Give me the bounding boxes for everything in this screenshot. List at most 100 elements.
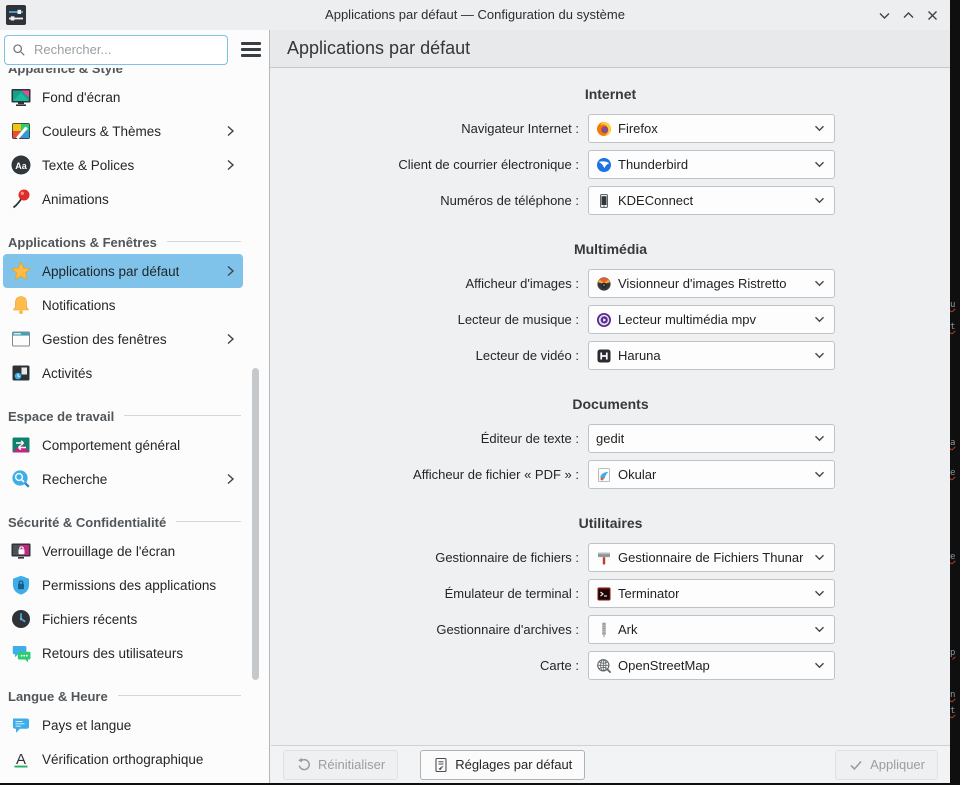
section-divider (118, 695, 241, 696)
sidebar-item-label: Fichiers récents (42, 612, 137, 627)
form-label-gestionnaire-de-fichiers: Gestionnaire de fichiers : (271, 550, 584, 565)
sidebar-item-label: Couleurs & Thèmes (42, 124, 161, 139)
reset-button: Réinitialiser (283, 750, 398, 780)
chevron-down-icon (810, 626, 825, 633)
sidebar-scrollbar-thumb[interactable] (252, 368, 259, 680)
chevron-down-icon (810, 125, 825, 132)
chevron-down-icon (810, 471, 825, 478)
sidebar-section-espace-de-travail: Espace de travail (0, 390, 269, 428)
terminator-icon (596, 586, 612, 602)
sidebar-item-recherche[interactable]: Recherche (3, 462, 243, 496)
form-row: Navigateur Internet :Firefox (271, 114, 950, 143)
sidebar-item-label: Animations (42, 192, 109, 207)
form-label-lecteur-de-video: Lecteur de vidéo : (271, 348, 584, 363)
group-title-internet: Internet (271, 84, 950, 104)
chevron-down-icon (810, 435, 825, 442)
sidebar-item-fond-d-ecran[interactable]: Fond d'écran (3, 80, 243, 114)
chevron-down-icon (810, 352, 825, 359)
sidebar-section-langue-heure: Langue & Heure (0, 670, 269, 708)
combobox-navigateur-internet[interactable]: Firefox (588, 114, 835, 143)
spellcheck-icon: A (10, 748, 32, 770)
sidebar-item-animations[interactable]: Animations (3, 182, 243, 216)
svg-text:A: A (16, 751, 26, 768)
sidebar-section-label: Espace de travail (8, 409, 114, 424)
sidebar-item-label: Vérification orthographique (42, 752, 203, 767)
settings-form: Internet Navigateur Internet :Firefox Clie… (271, 68, 950, 745)
combobox-value: OpenStreetMap (618, 658, 710, 673)
chevron-down-icon (810, 662, 825, 669)
sidebar-item-label: Recherche (42, 472, 107, 487)
chevron-down-icon (810, 554, 825, 561)
ark-icon (596, 622, 612, 638)
combobox-value: Lecteur multimédia mpv (618, 312, 756, 327)
sidebar-item-verification-orthographique[interactable]: A Vérification orthographique (3, 742, 243, 776)
chevron-down-icon (810, 197, 825, 204)
sidebar-item-texte-polices[interactable]: AaTexte & Polices (3, 148, 243, 182)
combobox-editeur-de-texte[interactable]: gedit (588, 424, 835, 453)
check-icon (848, 757, 864, 773)
sidebar-item-retours-des-utilisateurs[interactable]: Retours des utilisateurs (3, 636, 243, 670)
form-row: Afficheur de fichier « PDF » : Okular (271, 460, 950, 489)
search-icon (12, 43, 26, 57)
combobox-value: Haruna (618, 348, 661, 363)
sidebar-item-couleurs-themes[interactable]: Couleurs & Thèmes (3, 114, 243, 148)
form-label-afficheur-de-fichier-pdf: Afficheur de fichier « PDF » : (271, 467, 584, 482)
bell-icon (10, 294, 32, 316)
combobox-emulateur-de-terminal[interactable]: Terminator (588, 579, 835, 608)
animations-icon (10, 188, 32, 210)
combobox-numeros-de-telephone[interactable]: KDEConnect (588, 186, 835, 215)
combobox-afficheur-d-images[interactable]: Visionneur d'images Ristretto (588, 269, 835, 298)
combobox-value: Visionneur d'images Ristretto (618, 276, 786, 291)
search-input[interactable] (32, 41, 220, 58)
apply-button-label: Appliquer (870, 757, 925, 772)
combobox-value: gedit (596, 431, 624, 446)
combobox-gestionnaire-de-fichiers[interactable]: Gestionnaire de Fichiers Thunar (588, 543, 835, 572)
combobox-client-de-courrier-electronique[interactable]: Thunderbird (588, 150, 835, 179)
combobox-carte[interactable]: OpenStreetMap (588, 651, 835, 680)
combobox-afficheur-de-fichier-pdf[interactable]: Okular (588, 460, 835, 489)
sidebar-item-applications-par-defaut[interactable]: Applications par défaut (3, 254, 243, 288)
osm-icon (596, 658, 612, 674)
sidebar-item-gestion-des-fenetres[interactable]: Gestion des fenêtres (3, 322, 243, 356)
sidebar-item-pays-et-langue[interactable]: Pays et langue (3, 708, 243, 742)
combobox-lecteur-de-video[interactable]: Haruna (588, 341, 835, 370)
defaults-button[interactable]: Réglages par défaut (420, 750, 585, 780)
sidebar-section-label: Sécurité & Confidentialité (8, 515, 166, 530)
sidebar-item-date-et-heure[interactable]: Date et heure (3, 776, 243, 783)
search-field[interactable] (4, 35, 228, 65)
combobox-lecteur-de-musique[interactable]: Lecteur multimédia mpv (588, 305, 835, 334)
colors-icon (10, 120, 32, 142)
wallpaper-icon (10, 86, 32, 108)
sidebar-item-permissions-des-applications[interactable]: Permissions des applications (3, 568, 243, 602)
form-label-numeros-de-telephone: Numéros de téléphone : (271, 193, 584, 208)
search-blue-icon (10, 468, 32, 490)
form-label-editeur-de-texte: Éditeur de texte : (271, 431, 584, 446)
sidebar-item-fichiers-recents[interactable]: Fichiers récents (3, 602, 243, 636)
background-glyph: t (950, 706, 955, 716)
menu-button[interactable] (237, 36, 265, 64)
sidebar-section-label: Apparence & Style (8, 68, 123, 76)
combobox-value: KDEConnect (618, 193, 693, 208)
sidebar-item-verrouillage-de-l-ecran[interactable]: Verrouillage de l'écran (3, 534, 243, 568)
sidebar-item-label: Notifications (42, 298, 116, 313)
form-label-gestionnaire-d-archives: Gestionnaire d'archives : (271, 622, 584, 637)
minimize-button[interactable] (872, 3, 896, 27)
maximize-button[interactable] (896, 3, 920, 27)
page-title: Applications par défaut (287, 38, 470, 59)
close-button[interactable] (920, 3, 944, 27)
sidebar-section-securite-confidentialite: Sécurité & Confidentialité (0, 496, 269, 534)
combobox-value: Ark (618, 622, 638, 637)
form-row: Client de courrier électronique :Thunder… (271, 150, 950, 179)
background-glyph: e (950, 468, 955, 478)
combobox-gestionnaire-d-archives[interactable]: Ark (588, 615, 835, 644)
background-glyph: p (950, 648, 955, 658)
thunderbird-icon (596, 157, 612, 173)
sidebar-item-notifications[interactable]: Notifications (3, 288, 243, 322)
background-glyph: t (950, 322, 955, 332)
window-icon (10, 328, 32, 350)
sidebar-item-comportement-general[interactable]: Comportement général (3, 428, 243, 462)
sidebar-item-activites[interactable]: Activités (3, 356, 243, 390)
systemsettings-app-icon (6, 5, 26, 25)
sidebar-item-label: Applications par défaut (42, 264, 179, 279)
form-label-lecteur-de-musique: Lecteur de musique : (271, 312, 584, 327)
